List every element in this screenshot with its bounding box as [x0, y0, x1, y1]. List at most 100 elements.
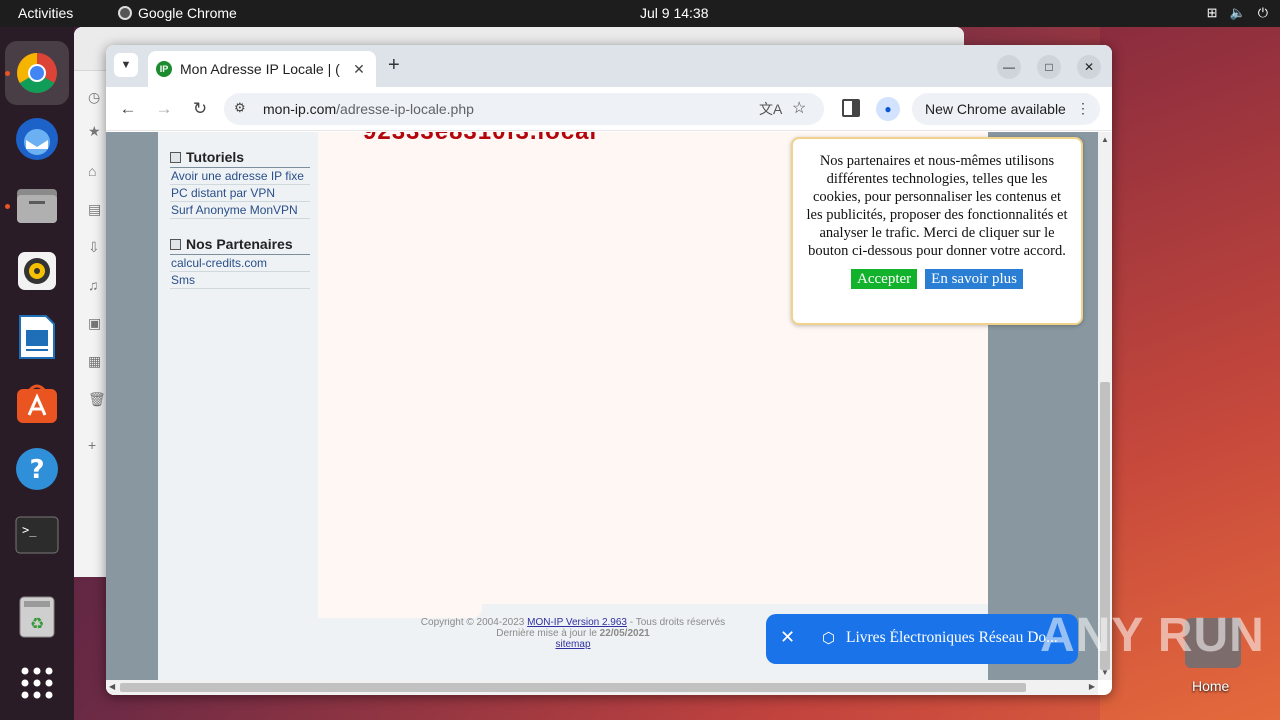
accept-button[interactable]: Accepter — [851, 269, 918, 289]
close-window-button[interactable]: ✕ — [1077, 55, 1101, 79]
link-surf-anonyme[interactable]: Surf Anonyme MonVPN — [170, 202, 310, 219]
link-sms[interactable]: Sms — [170, 272, 310, 289]
side-panel-icon[interactable] — [842, 99, 860, 117]
link-pc-distant[interactable]: PC distant par VPN — [170, 185, 310, 202]
learn-more-button[interactable]: En savoir plus — [925, 269, 1023, 289]
bookmark-star-icon[interactable]: ☆ — [792, 98, 806, 118]
browser-toolbar: ← → ↻ ⚙ mon-ip.com/adresse-ip-locale.php… — [106, 87, 1112, 131]
svg-text:♻: ♻ — [30, 614, 44, 633]
thunderbird-icon[interactable] — [13, 115, 61, 163]
pictures-icon: ▣ — [88, 315, 102, 331]
content-corner — [318, 604, 482, 618]
documents-icon: ▤ — [88, 201, 102, 217]
rhythmbox-icon[interactable] — [13, 247, 61, 295]
update-date: 22/05/2021 — [599, 628, 650, 639]
tab-mon-ip[interactable]: IP Mon Adresse IP Locale | ( ✕ — [148, 51, 376, 87]
link-ip-fixe[interactable]: Avoir une adresse IP fixe — [170, 168, 310, 185]
profile-avatar-icon[interactable]: ● — [876, 97, 900, 121]
horizontal-scrollbar[interactable]: ◀ ▶ — [106, 680, 1098, 695]
scroll-down-icon[interactable]: ▼ — [1101, 668, 1109, 677]
svg-text:?: ? — [29, 455, 44, 485]
tab-title: Mon Adresse IP Locale | ( — [180, 61, 340, 77]
scroll-right-icon[interactable]: ▶ — [1089, 682, 1095, 691]
clock[interactable]: Jul 9 14:38 — [640, 5, 709, 21]
running-indicator — [5, 71, 10, 76]
top-bar: Activities Google Chrome Jul 9 14:38 ⊞ 🔈… — [0, 0, 1280, 27]
favicon-icon: IP — [156, 61, 172, 77]
scroll-up-icon[interactable]: ▲ — [1101, 135, 1109, 144]
trash-icon[interactable]: ♻ — [13, 593, 61, 641]
cookie-message: Nos partenaires et nous-mêmes utilisons … — [806, 153, 1068, 259]
copyright-prefix: Copyright © 2004-2023 — [420, 617, 528, 628]
collapse-square-icon[interactable] — [170, 151, 181, 163]
site-info-icon[interactable]: ⚙ — [234, 100, 246, 116]
page-viewport: Tutoriels Avoir une adresse IP fixe PC d… — [106, 132, 1098, 680]
home-folder-icon: ⌂ — [88, 163, 97, 179]
chrome-icon[interactable] — [13, 49, 61, 97]
anyrun-watermark: ANY RUN — [1040, 609, 1265, 662]
app-menu[interactable]: Google Chrome — [118, 5, 237, 21]
minimize-button[interactable]: — — [997, 55, 1021, 79]
url-host: mon-ip.com — [263, 101, 337, 117]
dock: ? >_ ♻ — [0, 27, 74, 720]
chrome-window: ▼ IP Mon Adresse IP Locale | ( ✕ + — □ ✕… — [106, 45, 1112, 695]
reload-button[interactable]: ↻ — [188, 97, 212, 121]
svg-text:>_: >_ — [22, 523, 37, 537]
tutoriels-heading: Tutoriels — [170, 149, 310, 168]
system-tray[interactable]: ⊞ 🔈 ⏻ — [1207, 5, 1268, 21]
chrome-icon — [118, 6, 132, 20]
back-button[interactable]: ← — [116, 97, 140, 121]
terminal-icon[interactable]: >_ — [13, 511, 61, 559]
partners-heading: Nos Partenaires — [170, 236, 310, 255]
tab-search-button[interactable]: ▼ — [114, 53, 138, 77]
link-calcul-credits[interactable]: calcul-credits.com — [170, 255, 310, 272]
home-label[interactable]: Home — [1192, 678, 1229, 694]
activities-button[interactable]: Activities — [18, 5, 73, 21]
sitemap-link[interactable]: sitemap — [555, 639, 590, 650]
downloads-icon: ⇩ — [88, 239, 100, 255]
recent-icon: ◷ — [88, 89, 101, 105]
app-grid-icon[interactable] — [13, 659, 61, 707]
files-icon[interactable] — [13, 181, 61, 229]
videos-icon: ▦ — [88, 353, 102, 369]
add-location-icon: + — [88, 437, 97, 453]
update-prefix: Dernière mise à jour le — [496, 628, 600, 639]
close-icon[interactable]: ✕ — [780, 628, 795, 646]
maximize-button[interactable]: □ — [1037, 55, 1061, 79]
partners-title: Nos Partenaires — [186, 236, 293, 252]
app-menu-label: Google Chrome — [138, 5, 237, 21]
power-icon: ⏻ — [1257, 5, 1268, 20]
page-sidebar: Tutoriels Avoir une adresse IP fixe PC d… — [158, 132, 318, 680]
cookie-consent-dialog: Nos partenaires et nous-mêmes utilisons … — [791, 137, 1083, 325]
tab-strip: ▼ IP Mon Adresse IP Locale | ( ✕ + — □ ✕ — [106, 45, 1112, 87]
forward-button[interactable]: → — [152, 97, 176, 121]
scroll-left-icon[interactable]: ◀ — [109, 682, 115, 691]
help-icon[interactable]: ? — [13, 445, 61, 493]
running-indicator — [5, 204, 10, 209]
close-tab-icon[interactable]: ✕ — [350, 61, 368, 78]
new-tab-button[interactable]: + — [388, 55, 400, 75]
horizontal-scroll-thumb[interactable] — [120, 683, 1026, 692]
tutoriels-title: Tutoriels — [186, 149, 245, 165]
update-label: New Chrome available — [925, 101, 1066, 117]
starred-icon: ★ — [88, 123, 101, 139]
url-text[interactable]: mon-ip.com/adresse-ip-locale.php — [263, 101, 474, 117]
writer-icon[interactable] — [13, 313, 61, 361]
address-bar[interactable]: ⚙ mon-ip.com/adresse-ip-locale.php 文A ☆ — [224, 93, 824, 125]
local-hostname: 92333e8310f3.local — [363, 132, 597, 146]
menu-dots-icon[interactable]: ⋮ — [1076, 100, 1090, 117]
app-center-icon[interactable] — [13, 379, 61, 427]
url-path: /adresse-ip-locale.php — [336, 101, 474, 117]
ebook-banner-text[interactable]: Livres Électroniques Réseau Do... — [846, 629, 1070, 647]
version-link[interactable]: MON-IP Version 2.963 — [527, 617, 627, 628]
translate-icon[interactable]: 文A — [759, 99, 782, 119]
collapse-square-icon[interactable] — [170, 238, 181, 250]
music-icon: ♫ — [88, 277, 99, 293]
chevron-down-icon: ▼ — [120, 59, 132, 71]
update-chrome-button[interactable]: New Chrome available ⋮ — [912, 93, 1100, 125]
vertical-scrollbar[interactable]: ▲ ▼ — [1098, 132, 1112, 680]
cookie-buttons: Accepter En savoir plus — [805, 269, 1069, 289]
network-icon: ⊞ — [1206, 5, 1218, 20]
copyright-suffix: - Tous droits réservés — [627, 617, 726, 628]
ebook-banner[interactable]: ✕ ⬡ Livres Électroniques Réseau Do... — [766, 614, 1078, 664]
